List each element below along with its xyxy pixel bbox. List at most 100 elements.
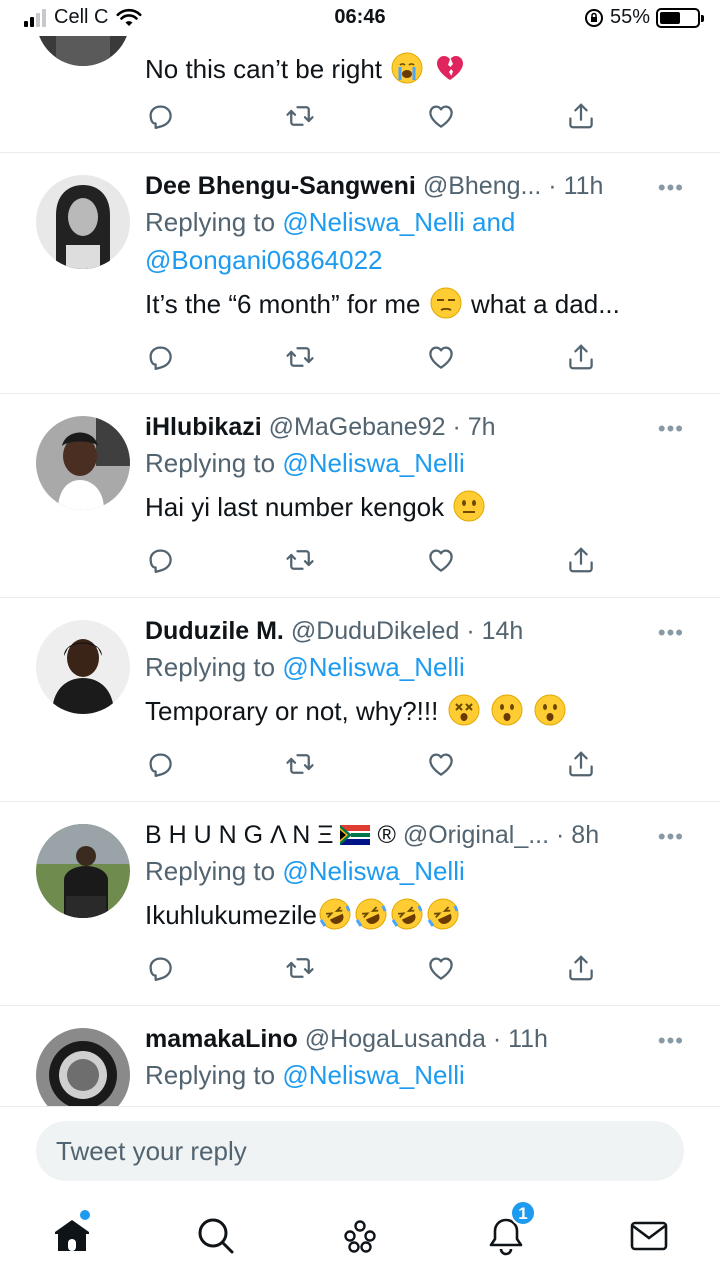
tweet-item[interactable]: ••• mamakaLino @HogaLusanda · 11h Replyi… <box>0 1006 720 1106</box>
display-name[interactable]: mamakaLino <box>145 1025 298 1053</box>
tweet-header: mamakaLino @HogaLusanda · 11h <box>145 1022 690 1056</box>
astonished-face-emoji <box>534 694 566 726</box>
replying-prefix: Replying to <box>145 448 276 478</box>
replying-to: Replying to @Neliswa_Nelli and @Bongani0… <box>145 203 690 279</box>
tweet-text-content: It’s the “6 month” for me <box>145 289 421 319</box>
share-icon[interactable] <box>566 342 596 372</box>
status-right: 55% <box>584 6 704 29</box>
tweet-text-content: what a dad... <box>470 289 620 319</box>
tweet-text: Temporary or not, why?!!! <box>145 692 690 730</box>
messages-tab[interactable] <box>627 1214 671 1258</box>
share-icon[interactable] <box>566 953 596 983</box>
reply-icon[interactable] <box>145 953 175 983</box>
astonished-face-emoji <box>491 694 523 726</box>
mention-link[interactable]: @Neliswa_Nelli <box>282 652 464 682</box>
avatar[interactable] <box>36 175 130 269</box>
share-icon[interactable] <box>566 101 596 131</box>
tweet-header: B H U N G Λ N Ξ ® @Original_... · 8h <box>145 818 690 852</box>
retweet-icon[interactable] <box>285 545 315 575</box>
user-handle[interactable]: @Bheng... <box>423 172 542 200</box>
tweet-text-content: No this can’t be right <box>145 54 383 84</box>
like-icon[interactable] <box>426 101 456 131</box>
display-name[interactable]: Dee Bhengu-Sangweni <box>145 172 416 200</box>
reply-composer <box>0 1106 720 1196</box>
and-link[interactable]: and <box>472 207 515 237</box>
user-handle[interactable]: @MaGebane92 <box>269 413 446 441</box>
retweet-icon[interactable] <box>285 342 315 372</box>
tweet-item[interactable]: ••• Duduzile M. @DuduDikeled · 14h Reply… <box>0 598 720 802</box>
replying-prefix: Replying to <box>145 207 276 237</box>
replying-prefix: Replying to <box>145 1060 276 1090</box>
replying-to: Replying to @Neliswa_Nelli <box>145 1056 690 1094</box>
mention-link[interactable]: @Neliswa_Nelli <box>282 448 464 478</box>
share-icon[interactable] <box>566 545 596 575</box>
mention-link[interactable]: @Neliswa_Nelli <box>282 856 464 886</box>
display-name[interactable]: Duduzile M. <box>145 617 284 645</box>
tweet-text-content: Ikuhlukumezile <box>145 900 317 930</box>
mention-link[interactable]: @Neliswa_Nelli <box>282 207 464 237</box>
replying-prefix: Replying to <box>145 652 276 682</box>
tweet-time: · 14h <box>466 617 524 645</box>
retweet-icon[interactable] <box>285 749 315 779</box>
tweet-reply-input[interactable] <box>36 1121 684 1181</box>
display-name[interactable]: iHlubikazi <box>145 413 262 441</box>
like-icon[interactable] <box>426 545 456 575</box>
mention-link[interactable]: @Bongani06864022 <box>145 245 383 275</box>
mention-link[interactable]: @Neliswa_Nelli <box>282 1060 464 1090</box>
tweet-time: · 8h <box>556 821 600 849</box>
orientation-lock-icon <box>584 8 603 27</box>
home-icon <box>55 1220 89 1251</box>
like-icon[interactable] <box>426 749 456 779</box>
spaces-tab[interactable] <box>338 1214 382 1258</box>
neutral-face-emoji <box>453 490 485 522</box>
tweet-text: No this can’t be right <box>145 50 690 88</box>
tweet-text-content: Temporary or not, why?!!! <box>145 696 439 726</box>
retweet-icon[interactable] <box>285 953 315 983</box>
like-icon[interactable] <box>426 342 456 372</box>
replying-to: Replying to @Neliswa_Nelli <box>145 852 690 890</box>
reply-icon[interactable] <box>145 342 175 372</box>
notifications-tab[interactable]: 1 <box>484 1200 536 1258</box>
reply-icon[interactable] <box>145 545 175 575</box>
status-bar: Cell C 06:46 55% <box>0 0 720 36</box>
reply-feed[interactable]: No this can’t be right ••• Dee Bhengu-Sa… <box>0 0 720 1106</box>
tweet-time: · 7h <box>452 413 496 441</box>
tweet-header: Duduzile M. @DuduDikeled · 14h <box>145 614 690 648</box>
tweet-item[interactable]: ••• B H U N G Λ N Ξ ® @Original_... · 8h… <box>0 802 720 1006</box>
home-unread-dot <box>80 1210 90 1220</box>
replying-prefix: Replying to <box>145 856 276 886</box>
user-handle[interactable]: @DuduDikeled <box>291 617 460 645</box>
tweet-item[interactable]: ••• Dee Bhengu-Sangweni @Bheng... · 11h … <box>0 153 720 394</box>
display-name[interactable]: B H U N G Λ N Ξ <box>145 821 334 849</box>
tweet-actions <box>145 545 595 575</box>
spaces-icon <box>344 1220 376 1253</box>
replying-to: Replying to @Neliswa_Nelli <box>145 648 690 686</box>
home-tab[interactable] <box>50 1210 94 1258</box>
tweet-text: Ikuhlukumezile <box>145 896 690 934</box>
replying-to: Replying to @Neliswa_Nelli <box>145 444 690 482</box>
battery-level <box>660 11 680 24</box>
notification-badge: 1 <box>510 1200 536 1226</box>
search-tab[interactable] <box>194 1214 238 1258</box>
reply-icon[interactable] <box>145 749 175 779</box>
rofl-emoji <box>427 898 459 930</box>
avatar[interactable] <box>36 824 130 918</box>
rofl-emoji <box>355 898 387 930</box>
bottom-nav: 1 <box>0 1196 720 1280</box>
like-icon[interactable] <box>426 953 456 983</box>
tweet-item[interactable]: ••• iHlubikazi @MaGebane92 · 7h Replying… <box>0 394 720 598</box>
user-handle[interactable]: @Original_... <box>403 821 549 849</box>
search-icon <box>198 1218 234 1254</box>
tweet-header: iHlubikazi @MaGebane92 · 7h <box>145 410 690 444</box>
tweet-actions <box>145 101 595 131</box>
avatar[interactable] <box>36 1028 130 1106</box>
reply-icon[interactable] <box>145 101 175 131</box>
avatar[interactable] <box>36 620 130 714</box>
rofl-emoji <box>319 898 351 930</box>
share-icon[interactable] <box>566 749 596 779</box>
retweet-icon[interactable] <box>285 101 315 131</box>
user-handle[interactable]: @HogaLusanda <box>305 1025 486 1053</box>
unamused-face-emoji <box>430 287 462 319</box>
avatar[interactable] <box>36 416 130 510</box>
tweet-actions <box>145 953 595 983</box>
